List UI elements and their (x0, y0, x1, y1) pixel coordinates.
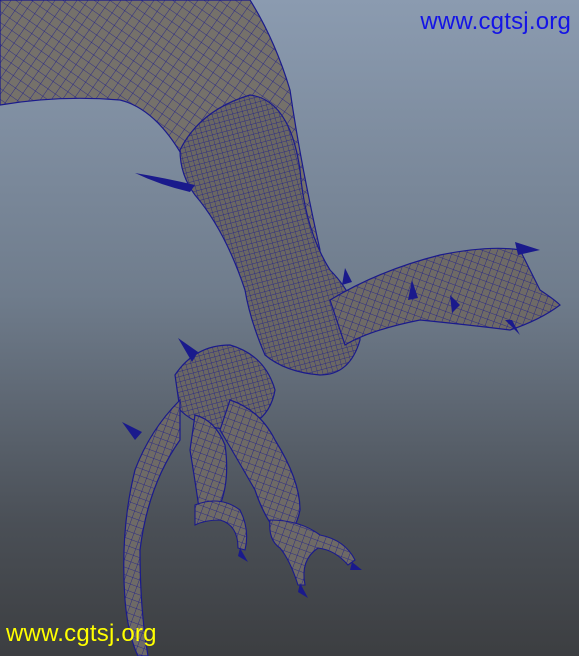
claw-3 (350, 562, 362, 570)
watermark-top: www.cgtsj.org (420, 8, 571, 35)
forearm (329, 247, 561, 346)
tail (123, 398, 181, 656)
upper-arm (179, 94, 361, 376)
forearm-spike-1 (342, 268, 352, 285)
foot-left (194, 500, 248, 551)
tail-spike (122, 422, 142, 440)
forearm-spike-4 (515, 242, 540, 255)
watermark-bottom: www.cgtsj.org (6, 620, 157, 647)
claw-1 (238, 548, 248, 562)
viewport: www.cgtsj.org www.cgtsj.org (0, 0, 579, 656)
foot-right (269, 519, 356, 586)
dragon-wireframe-model-icon (0, 0, 561, 656)
